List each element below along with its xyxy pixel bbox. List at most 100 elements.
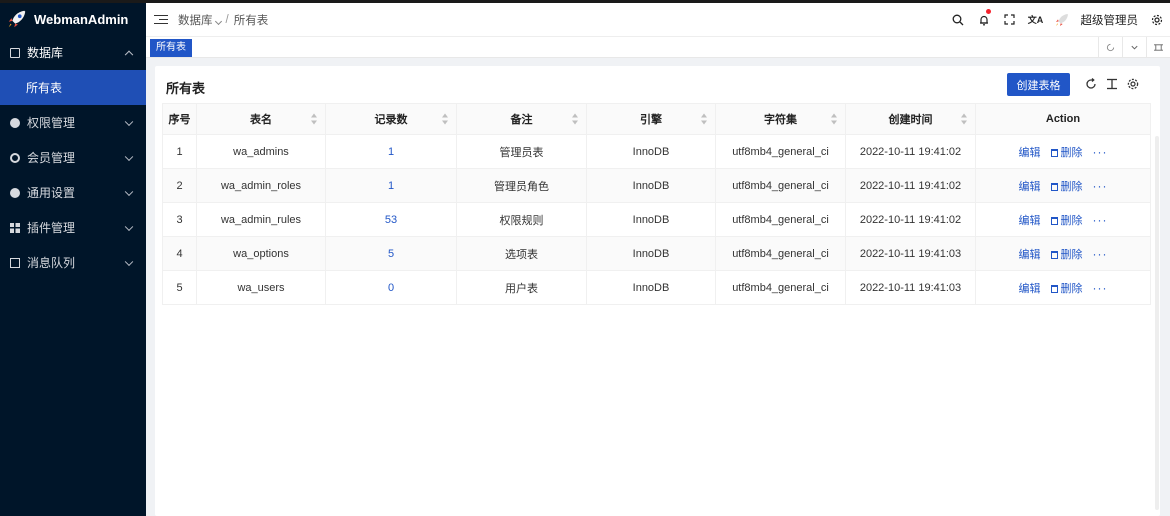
edit-button[interactable]: 编辑 bbox=[1019, 144, 1041, 160]
sidebar-item-permissions[interactable]: 权限管理 bbox=[0, 105, 146, 140]
cell-comment: 管理员角色 bbox=[456, 168, 587, 203]
more-icon[interactable]: ··· bbox=[1093, 145, 1108, 159]
more-icon[interactable]: ··· bbox=[1093, 281, 1108, 295]
edit-button[interactable]: 编辑 bbox=[1019, 246, 1041, 262]
sidebar-item-settings[interactable]: 通用设置 bbox=[0, 175, 146, 210]
cell-created: 2022-10-11 19:41:02 bbox=[845, 202, 976, 237]
sort-icon[interactable] bbox=[701, 113, 708, 125]
sidebar-item-label: 插件管理 bbox=[27, 221, 76, 235]
refresh-tab-icon[interactable] bbox=[1098, 37, 1122, 58]
count-link[interactable]: 1 bbox=[388, 180, 394, 192]
chevron-down-icon[interactable] bbox=[1122, 37, 1146, 58]
gear-icon bbox=[10, 117, 20, 128]
cell-index: 1 bbox=[162, 134, 197, 169]
cell-charset: utf8mb4_general_ci bbox=[715, 202, 846, 237]
page-title: 所有表 bbox=[166, 81, 206, 96]
menu-fold-icon[interactable] bbox=[154, 14, 168, 25]
create-table-button[interactable]: 创建表格 bbox=[1007, 73, 1070, 96]
edit-button[interactable]: 编辑 bbox=[1019, 178, 1041, 194]
delete-button[interactable]: 删除 bbox=[1050, 246, 1083, 262]
tables-card: 所有表 创建表格 序号 表名 记录数 备注 引擎 字符集 创建时间 Action… bbox=[155, 66, 1160, 516]
cell-count: 1 bbox=[325, 134, 457, 169]
more-icon[interactable]: ··· bbox=[1093, 213, 1108, 227]
column-header-created[interactable]: 创建时间 bbox=[845, 103, 976, 135]
count-link[interactable]: 53 bbox=[385, 214, 397, 226]
sidebar: WebmanAdmin 数据库 所有表 权限管理 会员管理 通用设置 插件管理 … bbox=[0, 3, 146, 516]
breadcrumb-item-database[interactable]: 数据库 bbox=[178, 12, 222, 28]
cell-actions: 编辑 删除 ··· bbox=[975, 236, 1151, 271]
delete-button[interactable]: 删除 bbox=[1050, 280, 1083, 296]
table-row: 5 wa_users 0 用户表 InnoDB utf8mb4_general_… bbox=[162, 270, 1151, 305]
sidebar-item-database[interactable]: 数据库 bbox=[0, 35, 146, 70]
cell-count: 5 bbox=[325, 236, 457, 271]
document-icon bbox=[10, 257, 20, 268]
chevron-down-icon bbox=[124, 117, 134, 126]
delete-button[interactable]: 删除 bbox=[1050, 144, 1083, 160]
edit-button[interactable]: 编辑 bbox=[1019, 212, 1041, 228]
search-icon[interactable] bbox=[945, 3, 971, 36]
table-row: 4 wa_options 5 选项表 InnoDB utf8mb4_genera… bbox=[162, 236, 1151, 271]
username[interactable]: 超级管理员 bbox=[1081, 12, 1139, 28]
tab-all-tables[interactable]: 所有表 bbox=[150, 39, 192, 57]
sidebar-item-plugins[interactable]: 插件管理 bbox=[0, 210, 146, 245]
column-height-icon[interactable] bbox=[1104, 74, 1119, 94]
sort-icon[interactable] bbox=[572, 113, 579, 125]
cell-actions: 编辑 删除 ··· bbox=[975, 270, 1151, 305]
sort-icon[interactable] bbox=[311, 113, 318, 125]
cell-actions: 编辑 删除 ··· bbox=[975, 168, 1151, 203]
translate-icon[interactable]: 文A bbox=[1023, 3, 1049, 36]
column-header-action: Action bbox=[975, 103, 1151, 135]
gear-icon[interactable] bbox=[1144, 3, 1170, 36]
card-toolbar bbox=[1083, 74, 1140, 94]
cell-actions: 编辑 删除 ··· bbox=[975, 134, 1151, 169]
notification-dot bbox=[985, 9, 991, 14]
app-title: WebmanAdmin bbox=[34, 11, 129, 27]
fullscreen-icon[interactable] bbox=[997, 3, 1023, 36]
cell-created: 2022-10-11 19:41:03 bbox=[845, 236, 976, 271]
sidebar-item-members[interactable]: 会员管理 bbox=[0, 140, 146, 175]
more-icon[interactable]: ··· bbox=[1093, 247, 1108, 261]
column-header-count[interactable]: 记录数 bbox=[325, 103, 457, 135]
chevron-down-icon bbox=[124, 187, 134, 196]
sidebar-item-all-tables[interactable]: 所有表 bbox=[0, 70, 146, 105]
gear-icon[interactable] bbox=[1125, 74, 1140, 94]
cell-count: 0 bbox=[325, 270, 457, 305]
cell-charset: utf8mb4_general_ci bbox=[715, 168, 846, 203]
chevron-down-icon bbox=[124, 152, 134, 161]
sort-icon[interactable] bbox=[961, 113, 968, 125]
refresh-icon[interactable] bbox=[1083, 74, 1098, 94]
edit-button[interactable]: 编辑 bbox=[1019, 280, 1041, 296]
user-avatar[interactable] bbox=[1049, 3, 1075, 36]
cell-count: 53 bbox=[325, 202, 457, 237]
column-header-comment[interactable]: 备注 bbox=[456, 103, 587, 135]
cell-index: 3 bbox=[162, 202, 197, 237]
cell-name: wa_admin_rules bbox=[196, 202, 326, 237]
grid-icon bbox=[10, 222, 20, 233]
breadcrumb-separator: / bbox=[225, 13, 229, 26]
column-header-name[interactable]: 表名 bbox=[196, 103, 326, 135]
chevron-down-icon bbox=[124, 222, 134, 231]
count-link[interactable]: 5 bbox=[388, 248, 394, 260]
sort-icon[interactable] bbox=[442, 113, 449, 125]
cell-created: 2022-10-11 19:41:03 bbox=[845, 270, 976, 305]
column-header-index: 序号 bbox=[162, 103, 197, 135]
database-icon bbox=[10, 47, 20, 58]
more-icon[interactable]: ··· bbox=[1093, 179, 1108, 193]
count-link[interactable]: 0 bbox=[388, 282, 394, 294]
delete-button[interactable]: 删除 bbox=[1050, 212, 1083, 228]
table-row: 1 wa_admins 1 管理员表 InnoDB utf8mb4_genera… bbox=[162, 134, 1151, 169]
sidebar-item-queue[interactable]: 消息队列 bbox=[0, 245, 146, 280]
column-header-engine[interactable]: 引擎 bbox=[586, 103, 716, 135]
count-link[interactable]: 1 bbox=[388, 146, 394, 158]
header-actions: 文A 超级管理员 bbox=[945, 3, 1170, 36]
cell-engine: InnoDB bbox=[586, 134, 716, 169]
sort-icon[interactable] bbox=[831, 113, 838, 125]
vertical-scrollbar[interactable] bbox=[1155, 136, 1159, 510]
close-tabs-icon[interactable] bbox=[1146, 37, 1170, 58]
sidebar-item-label: 所有表 bbox=[26, 81, 63, 95]
app-logo[interactable]: WebmanAdmin bbox=[0, 3, 146, 35]
table-row: 2 wa_admin_roles 1 管理员角色 InnoDB utf8mb4_… bbox=[162, 168, 1151, 203]
delete-button[interactable]: 删除 bbox=[1050, 178, 1083, 194]
column-header-charset[interactable]: 字符集 bbox=[715, 103, 846, 135]
bell-icon[interactable] bbox=[971, 3, 997, 36]
